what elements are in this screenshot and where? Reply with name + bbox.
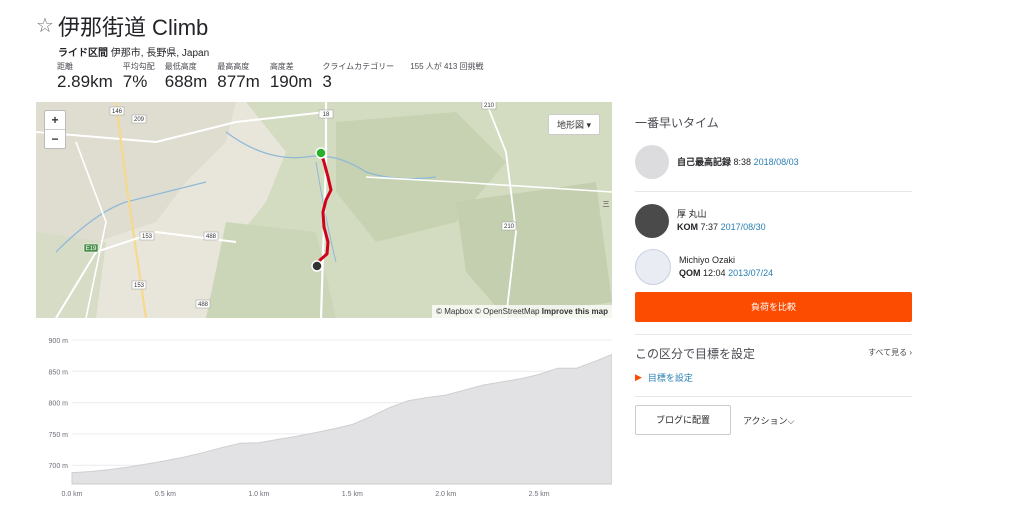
road-label: 488 xyxy=(206,234,217,240)
elevation-profile[interactable]: 900 m 850 m 800 m 750 m 700 m 0.0 km 0.5 km 1.… xyxy=(36,330,612,500)
avatar[interactable] xyxy=(635,204,669,238)
kom-athlete-name[interactable]: 厚 丸山 xyxy=(677,208,766,221)
map-edge-label: 三 xyxy=(603,200,610,208)
stat-label: 平均勾配 xyxy=(122,62,155,71)
segment-type: ライド区間 xyxy=(58,48,108,59)
divider xyxy=(635,191,912,192)
stat-value: 190m xyxy=(269,72,313,91)
kom-effort-text: 厚 丸山 KOM 7:37 2017/08/30 xyxy=(677,208,766,234)
road-label: 153 xyxy=(142,234,153,240)
divider xyxy=(635,396,912,397)
map-attribution: © Mapbox © OpenStreetMap Improve this ma… xyxy=(432,305,612,318)
qom-effort-text: Michiyo Ozaki QOM 12:04 2013/07/24 xyxy=(679,254,773,280)
pr-label: 自己最高記録 xyxy=(677,156,732,167)
page-title: 伊那街道 Climb xyxy=(57,15,209,40)
pr-time: 8:38 xyxy=(733,156,752,167)
y-tick-label: 750 m xyxy=(49,432,69,439)
y-axis-ticks: 900 m 850 m 800 m 750 m 700 m xyxy=(49,338,69,470)
segment-stats: 距離 2.89km 平均勾配 7% 最低高度 688m 最高高度 877m 高度… xyxy=(57,61,484,92)
see-all-link[interactable]: すべて見る › xyxy=(868,347,912,358)
start-marker-icon xyxy=(315,147,327,159)
y-tick-label: 900 m xyxy=(49,338,69,345)
sidebar: 一番早いタイム 自己最高記録 8:38 2018/08/03 厚 丸山 KOM … xyxy=(635,110,912,435)
x-tick-label: 2.0 km xyxy=(435,491,456,498)
zoom-out-button[interactable]: − xyxy=(45,129,65,148)
x-tick-label: 0.5 km xyxy=(155,491,176,498)
qom-date-link[interactable]: 2013/07/24 xyxy=(728,268,773,278)
road-label: 18 xyxy=(323,112,330,118)
stat-avg-grade: 平均勾配 7% xyxy=(123,61,155,92)
pr-effort: 自己最高記録 8:38 2018/08/03 xyxy=(635,141,912,183)
segment-map[interactable]: 146 209 18 210 153 488 153 488 210 E19 三… xyxy=(36,102,612,318)
segment-subtitle: ライド区間 伊那市, 長野県, Japan xyxy=(58,44,484,59)
divider xyxy=(635,334,912,335)
pr-date-link[interactable]: 2018/08/03 xyxy=(754,157,799,167)
segment-header: ☆ 伊那街道 Climb ライド区間 伊那市, 長野県, Japan 距離 2.… xyxy=(36,10,484,92)
x-tick-label: 2.5 km xyxy=(529,491,550,498)
attribution-text: © Mapbox © OpenStreetMap xyxy=(436,307,540,316)
star-icon[interactable]: ☆ xyxy=(36,16,54,36)
zoom-control: + − xyxy=(44,110,66,149)
map-canvas: 146 209 18 210 153 488 153 488 210 E19 三 xyxy=(36,102,612,318)
avatar[interactable] xyxy=(635,145,669,179)
set-goal-link[interactable]: ▶ 目標を設定 xyxy=(635,371,912,384)
avatar[interactable] xyxy=(635,249,671,285)
y-tick-label: 800 m xyxy=(49,401,69,408)
elevation-area xyxy=(71,353,612,485)
stat-elev-diff: 高度差 190m xyxy=(270,61,313,92)
stat-value: 2.89km xyxy=(57,72,113,91)
embed-blog-button[interactable]: ブログに配置 xyxy=(635,405,731,435)
x-axis-ticks: 0.0 km 0.5 km 1.0 km 1.5 km 2.0 km 2.5 km xyxy=(61,491,549,498)
road-label: 153 xyxy=(134,283,145,289)
x-tick-label: 1.0 km xyxy=(248,491,269,498)
qom-label: QOM xyxy=(679,268,701,278)
kom-effort: 厚 丸山 KOM 7:37 2017/08/30 xyxy=(635,200,912,242)
play-arrow-icon: ▶ xyxy=(635,372,642,382)
actions-dropdown[interactable]: アクション⌵ xyxy=(743,414,794,427)
stat-label: 高度差 xyxy=(269,62,294,71)
stat-highest-elev: 最高高度 877m xyxy=(217,61,260,92)
stat-label: 最高高度 xyxy=(217,62,250,71)
map-type-select[interactable]: 地形図 ▾ xyxy=(547,114,600,135)
road-label: 209 xyxy=(134,117,145,123)
goal-heading: この区分で目標を設定 xyxy=(635,347,756,361)
compare-efforts-button[interactable]: 負荷を比較 xyxy=(635,292,912,322)
road-label: 210 xyxy=(504,224,515,230)
finish-flag-icon xyxy=(311,260,323,272)
pr-effort-text: 自己最高記録 8:38 2018/08/03 xyxy=(677,156,799,169)
qom-athlete-name[interactable]: Michiyo Ozaki xyxy=(679,254,773,267)
x-tick-label: 1.5 km xyxy=(342,491,363,498)
road-label: E19 xyxy=(86,246,97,252)
stat-value: 877m xyxy=(217,72,260,91)
road-label: 210 xyxy=(484,103,495,109)
stat-lowest-elev: 最低高度 688m xyxy=(165,61,208,92)
y-tick-label: 850 m xyxy=(49,369,69,376)
y-tick-label: 700 m xyxy=(49,463,69,470)
goal-section-header: この区分で目標を設定 すべて見る › xyxy=(635,343,912,362)
kom-label: KOM xyxy=(677,222,698,232)
stat-value: 688m xyxy=(164,72,208,91)
set-goal-label: 目標を設定 xyxy=(647,373,693,383)
segment-location: 伊那市, 長野県, Japan xyxy=(110,48,210,59)
road-label: 488 xyxy=(198,302,209,308)
stat-distance: 距離 2.89km xyxy=(57,61,113,92)
stat-label: 最低高度 xyxy=(164,62,197,71)
stat-value: 7% xyxy=(122,72,148,91)
stat-climb-category: クライムカテゴリー 3 xyxy=(322,61,394,92)
qom-effort: Michiyo Ozaki QOM 12:04 2013/07/24 xyxy=(635,246,912,288)
stat-label: クライムカテゴリー xyxy=(322,62,395,71)
actions-row: ブログに配置 アクション⌵ xyxy=(635,405,912,435)
kom-time: 7:37 xyxy=(700,222,719,232)
stat-label: 距離 xyxy=(57,62,73,71)
attempts-count: 155 人が 413 回挑戦 xyxy=(410,62,484,71)
road-label: 146 xyxy=(112,109,123,115)
improve-map-link[interactable]: Improve this map xyxy=(542,307,608,316)
fastest-times-heading: 一番早いタイム xyxy=(635,116,719,130)
zoom-in-button[interactable]: + xyxy=(45,111,65,129)
stat-value: 3 xyxy=(322,72,332,91)
x-tick-label: 0.0 km xyxy=(61,491,82,498)
qom-time: 12:04 xyxy=(703,268,726,278)
kom-date-link[interactable]: 2017/08/30 xyxy=(721,222,766,232)
